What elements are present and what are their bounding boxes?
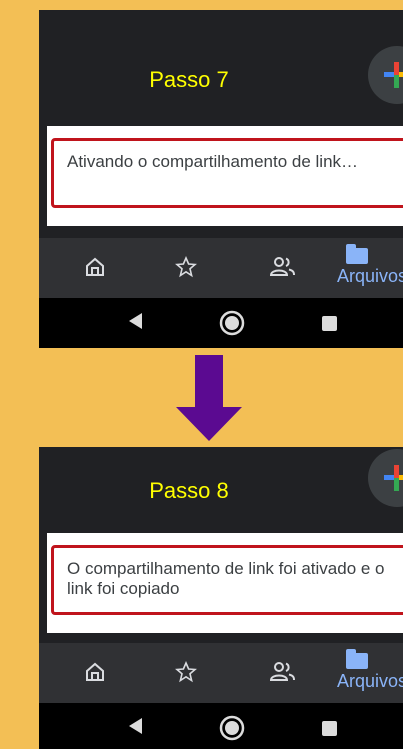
snackbar: Ativando o compartilhamento de link… bbox=[47, 126, 403, 226]
system-navigation-bar bbox=[39, 703, 403, 749]
new-button[interactable] bbox=[368, 449, 403, 507]
nav-starred[interactable] bbox=[157, 238, 217, 298]
folder-icon bbox=[346, 244, 368, 264]
snackbar-message: Ativando o compartilhamento de link… bbox=[67, 152, 359, 171]
shared-people-icon bbox=[270, 662, 295, 681]
home-circle-icon[interactable] bbox=[219, 715, 245, 741]
nav-files-label: Arquivos bbox=[337, 266, 403, 286]
nav-shared[interactable] bbox=[252, 238, 312, 298]
nav-files-label: Arquivos bbox=[337, 671, 403, 691]
back-icon[interactable] bbox=[127, 716, 143, 736]
folder-icon bbox=[346, 649, 368, 669]
home-circle-icon[interactable] bbox=[219, 310, 245, 336]
bottom-navigation: Arquivos bbox=[39, 238, 403, 298]
nav-home[interactable] bbox=[66, 643, 126, 703]
plus-icon bbox=[384, 465, 403, 491]
nav-home[interactable] bbox=[66, 238, 126, 298]
snackbar-message: O compartilhamento de link foi ativado e… bbox=[67, 559, 385, 598]
home-icon bbox=[86, 257, 104, 276]
bottom-navigation: Arquivos bbox=[39, 643, 403, 703]
home-icon bbox=[86, 662, 104, 681]
snackbar: O compartilhamento de link foi ativado e… bbox=[47, 533, 403, 633]
star-icon bbox=[175, 256, 197, 278]
recents-icon[interactable] bbox=[322, 721, 337, 736]
shared-people-icon bbox=[270, 257, 295, 276]
nav-starred[interactable] bbox=[157, 643, 217, 703]
nav-files[interactable]: Arquivos bbox=[321, 643, 403, 703]
down-arrow-icon bbox=[176, 355, 242, 441]
star-icon bbox=[175, 661, 197, 683]
system-navigation-bar bbox=[39, 298, 403, 348]
step-8-screenshot: Passo 8 O compartilhamento de link foi a… bbox=[39, 447, 403, 749]
highlight-box bbox=[51, 138, 403, 208]
step-7-screenshot: Passo 7 Ativando o compartilhamento de l… bbox=[39, 10, 403, 348]
step-title: Passo 8 bbox=[149, 478, 229, 503]
new-button[interactable] bbox=[368, 46, 403, 104]
nav-files[interactable]: Arquivos bbox=[321, 238, 403, 298]
plus-icon bbox=[384, 62, 403, 88]
back-icon[interactable] bbox=[127, 311, 143, 331]
nav-shared[interactable] bbox=[252, 643, 312, 703]
recents-icon[interactable] bbox=[322, 316, 337, 331]
step-title: Passo 7 bbox=[149, 67, 229, 92]
